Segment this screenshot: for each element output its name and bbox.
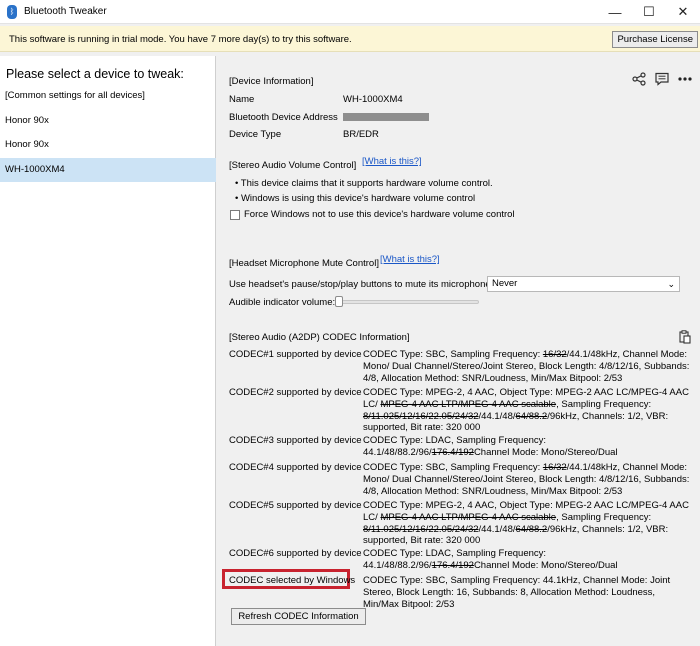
address-redacted: [343, 113, 429, 121]
volume-bullet-1-text: This device claims that it supports hard…: [240, 178, 493, 189]
unsupported-value: 16/32: [542, 462, 567, 473]
refresh-codec-button[interactable]: Refresh CODEC Information: [231, 608, 366, 625]
codec-text: CODEC Type: SBC, Sampling Frequency:: [363, 462, 543, 473]
device-item-common[interactable]: [Common settings for all devices]: [0, 84, 216, 108]
selected-codec-description: CODEC Type: SBC, Sampling Frequency: 44.…: [363, 575, 693, 610]
codec-text: , Sampling Frequency:: [556, 511, 652, 523]
unsupported-value: 64/88.2: [515, 523, 548, 535]
unsupported-value: 8/11.025/12/16/22.05/24/32: [363, 410, 479, 422]
codec-text: CODEC Type: SBC, Sampling Frequency:: [363, 349, 543, 360]
codec-4-label: CODEC#4 supported by device: [229, 462, 362, 473]
codec-3-description: CODEC Type: LDAC, Sampling Frequency: 44…: [363, 435, 693, 459]
chevron-down-icon: ⌄: [667, 279, 675, 289]
mic-mute-select[interactable]: Never ⌄: [487, 276, 680, 292]
window-title: Bluetooth Tweaker: [24, 6, 107, 17]
volume-bullet-1: • This device claims that it supports ha…: [235, 178, 493, 189]
bluetooth-icon: ᛒ: [7, 4, 17, 19]
codec-text: Channel Mode: Mono/Stereo/Dual: [473, 559, 618, 571]
unsupported-value: 176.4/192: [431, 446, 474, 458]
address-label: Bluetooth Device Address: [229, 112, 338, 123]
toolbar-icons: [632, 72, 692, 86]
unsupported-value: 64/88.2: [515, 410, 548, 422]
close-button[interactable]: ✕: [666, 0, 700, 24]
device-list-pane: Please select a device to tweak: [Common…: [0, 56, 216, 646]
maximize-button[interactable]: ☐: [632, 0, 666, 24]
device-item-honor-90x-1[interactable]: Honor 90x: [0, 109, 216, 133]
unsupported-value: 176.4/192: [431, 559, 474, 571]
volume-bullet-2-text: Windows is using this device's hardware …: [240, 193, 476, 204]
name-label: Name: [229, 94, 255, 105]
codec-2-description: CODEC Type: MPEG-2, 4 AAC, Object Type: …: [363, 387, 693, 434]
device-info-title: [Device Information]: [229, 76, 314, 87]
volume-control-title: [Stereo Audio Volume Control]: [229, 160, 357, 171]
codec-4-description: CODEC Type: SBC, Sampling Frequency: 16/…: [363, 462, 693, 497]
force-volume-checkbox[interactable]: [230, 210, 240, 220]
mic-mute-label: Use headset's pause/stop/play buttons to…: [229, 279, 494, 290]
trial-banner: This software is running in trial mode. …: [0, 26, 700, 52]
window-controls: — ☐ ✕: [598, 0, 700, 24]
codec-text: /44.1/48/: [478, 410, 516, 422]
codec-info-title: [Stereo Audio (A2DP) CODEC Information]: [229, 332, 410, 343]
codec-3-label: CODEC#3 supported by device: [229, 435, 362, 446]
indicator-volume-track[interactable]: [339, 300, 479, 304]
device-type-label: Device Type: [229, 129, 282, 140]
title-bar: ᛒ Bluetooth Tweaker — ☐ ✕: [0, 0, 700, 24]
unsupported-value: MPEG-4 AAC LTP/MPEG-4 AAC scalable: [380, 398, 557, 410]
codec-6-label: CODEC#6 supported by device: [229, 548, 362, 559]
device-list-heading: Please select a device to tweak:: [6, 67, 184, 81]
share-icon[interactable]: [632, 72, 646, 86]
device-item-honor-90x-2[interactable]: Honor 90x: [0, 133, 216, 157]
codec-text: CODEC Type: SBC, Sampling Frequency: 44.…: [363, 575, 671, 610]
more-icon[interactable]: [678, 72, 692, 86]
mic-mute-select-value: Never: [492, 278, 518, 289]
device-type-value: BR/EDR: [343, 129, 379, 140]
device-item-wh-1000xm4[interactable]: WH-1000XM4: [0, 158, 216, 182]
mic-help-link[interactable]: [What is this?]: [380, 254, 440, 265]
codec-text: Channel Mode: Mono/Stereo/Dual: [473, 446, 618, 458]
clipboard-icon[interactable]: [679, 330, 691, 344]
codec-text: /44.1/48/: [478, 523, 516, 535]
device-settings-pane: [Device Information] Name WH-1000XM4 Blu…: [217, 56, 700, 646]
indicator-volume-label: Audible indicator volume:: [229, 297, 336, 308]
mic-mute-title: [Headset Microphone Mute Control]: [229, 258, 379, 269]
indicator-volume-slider[interactable]: [335, 296, 343, 307]
selected-codec-label: CODEC selected by Windows: [229, 575, 356, 586]
force-volume-label: Force Windows not to use this device's h…: [244, 209, 515, 220]
codec-1-description: CODEC Type: SBC, Sampling Frequency: 16/…: [363, 349, 693, 384]
unsupported-value: 16/32: [542, 349, 567, 360]
comment-icon[interactable]: [655, 72, 669, 86]
codec-5-description: CODEC Type: MPEG-2, 4 AAC, Object Type: …: [363, 500, 693, 547]
unsupported-value: MPEG-4 AAC LTP/MPEG-4 AAC scalable: [380, 511, 557, 523]
volume-help-link[interactable]: [What is this?]: [362, 156, 422, 167]
unsupported-value: 8/11.025/12/16/22.05/24/32: [363, 523, 479, 535]
trial-message: This software is running in trial mode. …: [9, 34, 352, 45]
purchase-license-button[interactable]: Purchase License: [612, 31, 698, 48]
name-value: WH-1000XM4: [343, 94, 403, 105]
codec-1-label: CODEC#1 supported by device: [229, 349, 362, 360]
codec-5-label: CODEC#5 supported by device: [229, 500, 362, 511]
codec-6-description: CODEC Type: LDAC, Sampling Frequency: 44…: [363, 548, 693, 572]
codec-text: , Sampling Frequency:: [556, 398, 652, 410]
minimize-button[interactable]: —: [598, 0, 632, 24]
volume-bullet-2: • Windows is using this device's hardwar…: [235, 193, 476, 204]
codec-2-label: CODEC#2 supported by device: [229, 387, 362, 398]
